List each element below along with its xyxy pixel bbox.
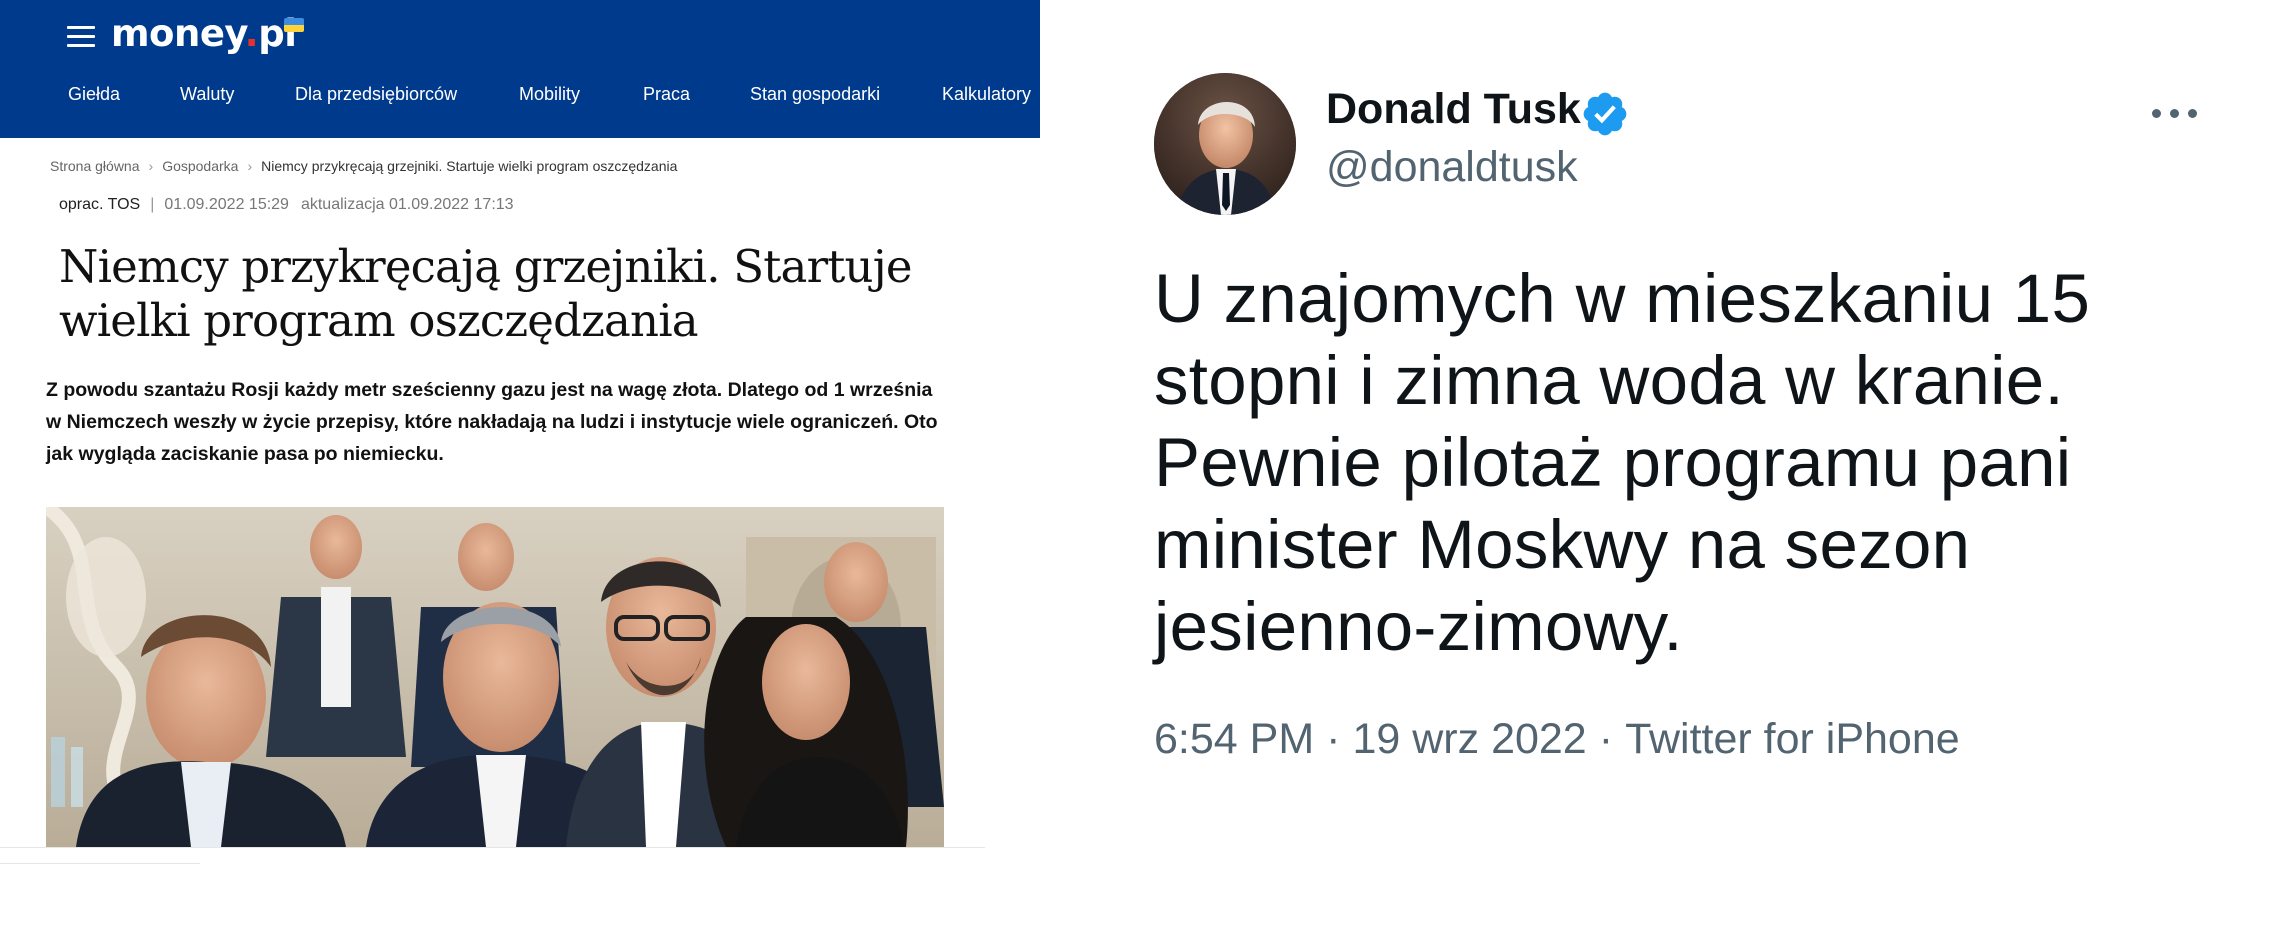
tweet-author-name[interactable]: Donald Tusk <box>1326 85 1581 134</box>
more-options-icon[interactable] <box>2150 105 2200 121</box>
nav-item-gielda[interactable]: Giełda <box>68 84 120 105</box>
breadcrumb-current: Niemcy przykręcają grzejniki. Startuje w… <box>261 158 678 174</box>
menu-icon[interactable] <box>67 26 95 48</box>
nav-item-dla-przedsiebiorcow[interactable]: Dla przedsiębiorców <box>295 84 457 105</box>
nav-item-waluty[interactable]: Waluty <box>180 84 234 105</box>
site-header: money.pl Giełda Waluty Dla przedsiębiorc… <box>0 0 1040 138</box>
tweet-author-handle[interactable]: @donaldtusk <box>1326 143 1578 192</box>
article-published: 01.09.2022 15:29 <box>164 196 289 213</box>
nav-item-mobility[interactable]: Mobility <box>519 84 580 105</box>
breadcrumb-home[interactable]: Strona główna <box>50 158 140 174</box>
site-logo[interactable]: money.pl <box>111 12 297 58</box>
article-meta: oprac. TOS | 01.09.2022 15:29 aktualizacja … <box>59 196 514 213</box>
nav-item-kalkulatory[interactable]: Kalkulatory <box>942 84 1031 105</box>
logo-text-main: money <box>111 12 245 55</box>
nav-item-praca[interactable]: Praca <box>643 84 690 105</box>
divider <box>0 847 985 848</box>
tweet-meta: 6:54 PM · 19 wrz 2022 · Twitter for iPhone <box>1154 715 1960 763</box>
article-photo[interactable] <box>46 507 944 847</box>
article-updated: aktualizacja 01.09.2022 17:13 <box>300 196 514 213</box>
verified-badge-icon <box>1583 92 1627 136</box>
main-nav: Giełda Waluty Dla przedsiębiorców Mobili… <box>0 84 1040 112</box>
article-author[interactable]: oprac. TOS <box>59 196 140 213</box>
article-headline: Niemcy przykręcają grzejniki. Startuje w… <box>59 240 913 347</box>
tweet-text: U znajomych w mieszkaniu 15 stopni i zim… <box>1154 260 2091 665</box>
ukraine-flag-icon <box>284 18 304 32</box>
chevron-right-icon: › <box>247 158 253 174</box>
breadcrumb-section[interactable]: Gospodarka <box>162 158 238 174</box>
tweet-time[interactable]: 6:54 PM <box>1154 715 1314 763</box>
breadcrumb: Strona główna › Gospodarka › Niemcy przykręc… <box>50 158 677 174</box>
divider <box>0 863 200 864</box>
chevron-right-icon: › <box>148 158 154 174</box>
nav-item-stan-gospodarki[interactable]: Stan gospodarki <box>750 84 880 105</box>
tweet-card: Donald Tusk @donaldtusk U znajomych w mi… <box>1110 0 2280 928</box>
article-screenshot: money.pl Giełda Waluty Dla przedsiębiorc… <box>0 0 1040 928</box>
article-lead: Z powodu szantażu Rosji każdy metr sześc… <box>46 379 938 465</box>
logo-dot: . <box>244 12 259 55</box>
avatar[interactable] <box>1154 73 1296 215</box>
tweet-source[interactable]: Twitter for iPhone <box>1625 715 1960 763</box>
tweet-date[interactable]: 19 wrz 2022 <box>1352 715 1586 763</box>
